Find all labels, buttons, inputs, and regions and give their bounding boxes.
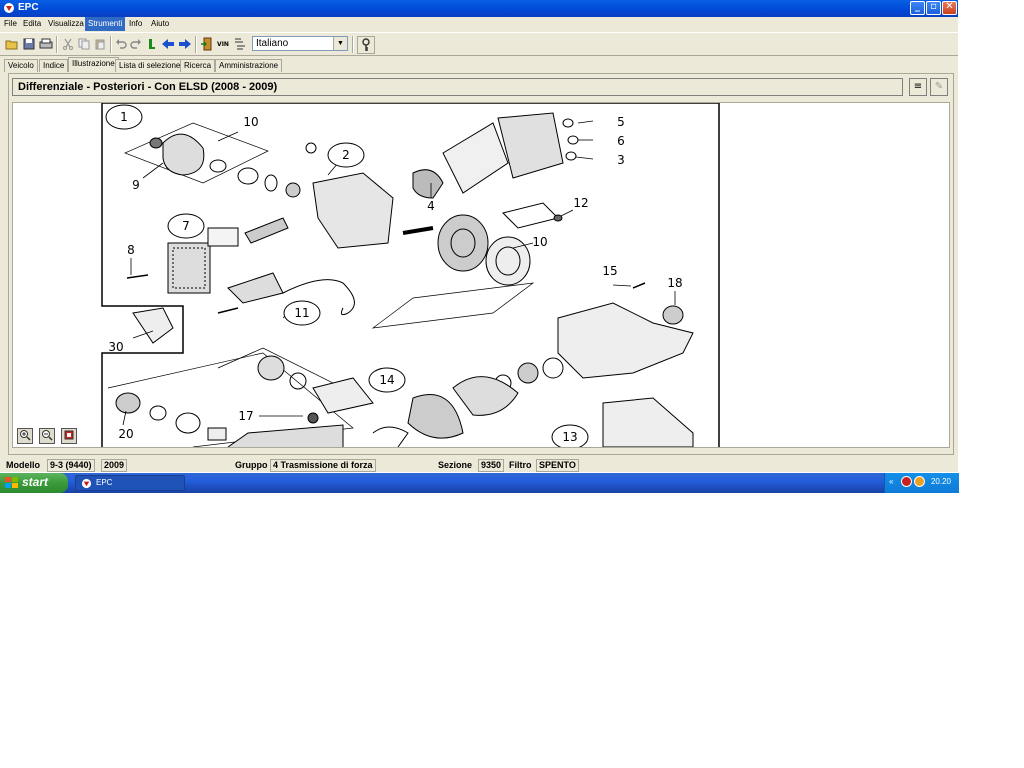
window-title: EPC [18,2,39,13]
print-icon[interactable] [38,36,54,52]
callout-15: 15 [602,264,617,278]
exploded-diagram: 1 10 9 2 5 6 3 4 12 10 7 8 11 15 18 30 1 [101,103,720,447]
key-icon[interactable] [357,36,375,54]
close-button[interactable]: ✕ [942,1,957,15]
security-shield-icon[interactable] [901,476,912,487]
toolbar: VIN Italiano ▼ [0,32,958,56]
toolbar-separator [110,36,112,53]
taskbar-item-epc[interactable]: EPC [75,475,185,491]
sort-icon[interactable] [232,36,248,52]
menu-visualizza[interactable]: Visualizza [45,17,87,31]
chevron-down-icon[interactable]: ▼ [333,37,347,50]
clock[interactable]: 20.20 [931,477,951,486]
callout-20: 20 [118,427,133,441]
modello-value: 9-3 (9440) [47,459,95,472]
start-button[interactable]: start [0,473,68,493]
menu-info[interactable]: Info [126,17,145,31]
alert-icon[interactable] [914,476,925,487]
status-bar: Modello 9-3 (9440) 2009 Gruppo 4 Trasmis… [0,458,958,472]
copy-icon[interactable] [76,36,92,52]
illustration-panel: Differenziale - Posteriori - Con ELSD (2… [8,73,954,455]
menu-file[interactable]: File [1,17,20,31]
zoom-in-icon[interactable] [17,428,33,444]
cut-icon[interactable] [60,36,76,52]
tab-veicolo[interactable]: Veicolo [4,59,38,72]
callout-4: 4 [427,199,435,213]
callout-5: 5 [617,115,625,129]
tab-lista-di-selezione[interactable]: Lista di selezione [115,59,185,72]
menu-strumenti[interactable]: Strumenti [85,17,126,31]
vin-icon[interactable]: VIN [215,36,231,52]
tab-indice[interactable]: Indice [39,59,69,72]
taskbar-item-label: EPC [96,478,113,487]
save-icon[interactable] [21,36,37,52]
title-bar[interactable]: EPC _ ▫ ✕ [0,0,958,17]
callout-3: 3 [617,153,625,167]
callout-18: 18 [667,276,682,290]
windows-logo-icon [5,477,18,488]
callout-8: 8 [127,243,135,257]
callout-30: 30 [108,340,123,354]
modello-label: Modello [6,460,40,470]
callout-9: 9 [132,178,140,192]
tab-amministrazione[interactable]: Amministrazione [215,59,283,72]
redo-icon[interactable] [128,36,144,52]
system-tray: « 20.20 [884,473,959,493]
edit-note-icon[interactable]: ✎ [930,78,948,96]
fit-to-window-icon[interactable] [61,428,77,444]
illustration-title: Differenziale - Posteriori - Con ELSD (2… [18,81,278,93]
callout-14: 14 [379,373,394,387]
show-hidden-icons-icon[interactable]: « [889,477,893,486]
callout-2: 2 [342,148,350,162]
toolbar-separator [56,36,58,53]
toolbar-separator [352,36,354,53]
back-arrow-icon[interactable] [160,36,176,52]
callout-10a: 10 [243,115,258,129]
sezione-label: Sezione [438,460,473,470]
language-value: Italiano [256,38,289,49]
gruppo-label: Gruppo [235,460,268,470]
callout-12: 12 [573,196,588,210]
illustration-canvas[interactable]: 1 10 9 2 5 6 3 4 12 10 7 8 11 15 18 30 1 [12,102,950,448]
callout-7: 7 [182,219,190,233]
filtro-value: SPENTO [536,459,579,472]
parts-list-icon[interactable]: ≡ [909,78,927,96]
epc-window: EPC _ ▫ ✕ File Edita Visualizza Strument… [0,0,958,472]
restore-button[interactable]: ▫ [926,1,941,15]
filtro-label: Filtro [509,460,532,470]
menu-bar: File Edita Visualizza Strumenti Info Aiu… [0,17,958,32]
menu-aiuto[interactable]: Aiuto [148,17,172,31]
start-label: start [22,475,49,489]
marker-icon[interactable] [144,36,160,52]
tab-bar: Veicolo Indice Illustrazione Lista di se… [0,57,958,72]
app-icon [4,3,14,13]
forward-arrow-icon[interactable] [177,36,193,52]
tab-illustrazione[interactable]: Illustrazione [68,57,119,72]
gruppo-value: 4 Trasmissione di forza [270,459,376,472]
undo-icon[interactable] [113,36,129,52]
callout-11: 11 [294,306,309,320]
menu-edita[interactable]: Edita [20,17,44,31]
paste-icon[interactable] [92,36,108,52]
toolbar-separator [195,36,197,53]
sezione-value: 9350 [478,459,505,472]
zoom-out-icon[interactable] [39,428,55,444]
callout-13: 13 [562,430,577,444]
illustration-header: Differenziale - Posteriori - Con ELSD (2… [12,78,903,96]
year-value: 2009 [101,459,128,472]
tab-ricerca[interactable]: Ricerca [180,59,216,72]
callout-17: 17 [238,409,253,423]
exit-door-icon[interactable] [199,36,215,52]
app-icon [81,478,92,489]
callout-1: 1 [120,110,128,124]
callout-6: 6 [617,134,625,148]
language-select[interactable]: Italiano ▼ [252,36,348,51]
callout-10b: 10 [532,235,547,249]
minimize-button[interactable]: _ [910,1,925,15]
taskbar: start EPC « 20.20 [0,473,959,493]
open-icon[interactable] [4,36,20,52]
